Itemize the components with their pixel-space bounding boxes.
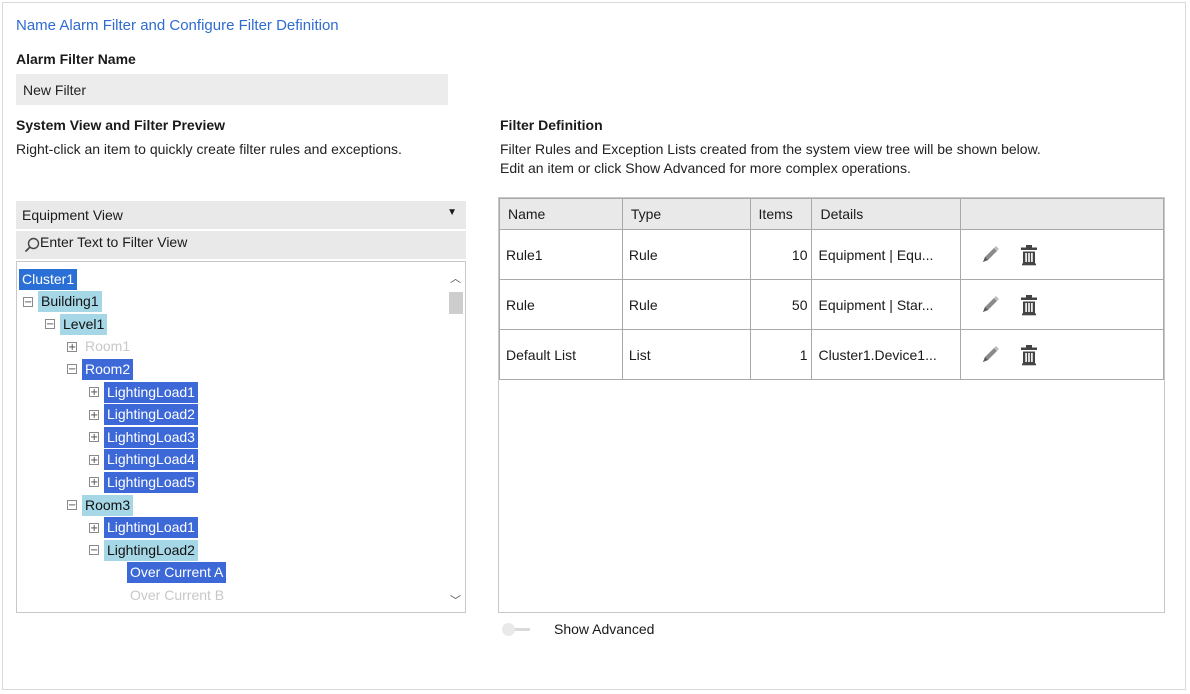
tree-node-label: LightingLoad2 [104,404,198,426]
expand-icon[interactable]: + [89,387,99,398]
tree-node[interactable]: + LightingLoad5 [89,471,198,493]
tree-scrollbar[interactable]: ︿ ﹀ [447,268,463,608]
scroll-thumb[interactable] [449,292,463,314]
filter-definition-heading: Filter Definition [500,117,603,133]
tree-node-label: LightingLoad1 [104,517,198,539]
tree-node[interactable]: + LightingLoad4 [89,449,198,471]
table-row[interactable]: Default List List 1 Cluster1.Device1... [499,329,1164,380]
expand-icon[interactable]: + [67,341,77,352]
table-row[interactable]: Rule1 Rule 10 Equipment | Equ... [499,229,1164,280]
expand-icon[interactable]: + [89,454,99,465]
column-header-name[interactable]: Name [499,198,623,230]
tree-node[interactable]: − Level1 [45,313,108,335]
tree-node[interactable]: Over Current A [127,562,227,584]
tree-node[interactable]: + Room1 [67,336,133,358]
scroll-up-icon[interactable]: ︿ [450,270,461,286]
trash-icon[interactable] [1019,344,1039,366]
cell-name: Rule [499,279,623,330]
column-header-details[interactable]: Details [811,198,962,230]
table-header-row: Name Type Items Details [499,198,1164,230]
tree-node[interactable]: Over Current B [127,584,227,606]
filter-name-input[interactable] [16,74,448,105]
expand-icon[interactable]: + [89,432,99,443]
cell-type: List [621,329,751,380]
filter-definition-description-2: Edit an item or click Show Advanced for … [500,160,911,176]
cell-actions [960,329,1164,380]
filter-view-input[interactable]: Enter Text to Filter View [16,231,466,259]
tree-node-label: LightingLoad1 [104,381,198,403]
tree-node-label: Room2 [82,358,134,380]
collapse-icon[interactable]: − [23,296,33,307]
cell-name: Rule1 [499,229,623,280]
tree-node[interactable]: + LightingLoad3 [89,426,198,448]
table-row[interactable]: Rule Rule 50 Equipment | Star... [499,279,1164,330]
column-header-items[interactable]: Items [749,198,813,230]
scroll-down-icon[interactable]: ﹀ [450,592,461,608]
pencil-icon[interactable] [979,244,1001,266]
cell-items: 50 [749,279,813,330]
pencil-icon[interactable] [979,294,1001,316]
tree-node[interactable]: − Building1 [23,291,102,313]
filter-definition-description-1: Filter Rules and Exception Lists created… [500,141,1041,157]
collapse-icon[interactable]: − [89,545,99,556]
system-tree-panel[interactable]: Cluster1− Building1− Level1 + Room1− Room2 + Li… [16,261,466,613]
show-advanced-toggle[interactable]: Show Advanced [500,621,654,637]
collapse-icon[interactable]: − [45,319,55,330]
cell-details: Equipment | Equ... [811,229,962,280]
search-icon [24,237,40,253]
cell-type: Rule [621,229,751,280]
view-select[interactable]: Equipment View ▼ [16,201,466,229]
tree-node-label: LightingLoad2 [104,539,198,561]
page-title: Name Alarm Filter and Configure Filter D… [16,17,339,34]
tree-node-label: Room1 [85,338,131,355]
filter-view-placeholder: Enter Text to Filter View [40,234,188,250]
tree-node-label: LightingLoad4 [104,449,198,471]
tree-node-label: Room3 [82,494,134,516]
cell-actions [960,229,1164,280]
expand-icon[interactable]: + [89,409,99,420]
column-header-type[interactable]: Type [621,198,751,230]
tree-node[interactable]: − Room3 [67,494,134,516]
column-header-actions [960,198,1164,230]
show-advanced-label: Show Advanced [554,621,655,637]
tree-node-label: Cluster1 [19,268,78,290]
tree-node-label: LightingLoad3 [104,426,198,448]
tree-node[interactable]: + LightingLoad2 [89,404,198,426]
trash-icon[interactable] [1019,294,1039,316]
tree-node-label: Building1 [38,291,102,313]
cell-type: Rule [621,279,751,330]
collapse-icon[interactable]: − [67,500,77,511]
cell-items: 10 [749,229,813,280]
tree-node[interactable]: Cluster1 [19,268,78,290]
tree-node-label: Over Current B [130,586,225,603]
system-view-heading: System View and Filter Preview [16,117,226,133]
cell-details: Cluster1.Device1... [811,329,962,380]
pencil-icon[interactable] [979,344,1001,366]
expand-icon[interactable]: + [89,522,99,533]
filter-definition-table-panel: Name Type Items Details Rule1 Rule 10 Equip… [498,197,1165,613]
tree-node[interactable]: − LightingLoad2 [89,539,198,561]
tree-node-label: Level1 [60,313,108,335]
tree-node[interactable]: + LightingLoad1 [89,517,198,539]
toggle-switch[interactable] [500,622,532,636]
expand-icon[interactable]: + [89,477,99,488]
cell-name: Default List [499,329,623,380]
collapse-icon[interactable]: − [67,364,77,375]
tree-node-label: Over Current A [127,562,227,584]
system-view-description: Right-click an item to quickly create fi… [16,141,402,157]
toggle-knob [502,623,515,636]
tree-node[interactable]: + LightingLoad1 [89,381,198,403]
filter-definition-table: Name Type Items Details Rule1 Rule 10 Equip… [499,198,1164,380]
cell-details: Equipment | Star... [811,279,962,330]
filter-name-label: Alarm Filter Name [16,51,136,67]
cell-actions [960,279,1164,330]
trash-icon[interactable] [1019,244,1039,266]
cell-items: 1 [749,329,813,380]
dropdown-caret-icon: ▼ [447,207,457,218]
tree-node[interactable]: − Room2 [67,358,134,380]
tree-node-label: LightingLoad5 [104,471,198,493]
view-select-value: Equipment View [22,207,123,223]
